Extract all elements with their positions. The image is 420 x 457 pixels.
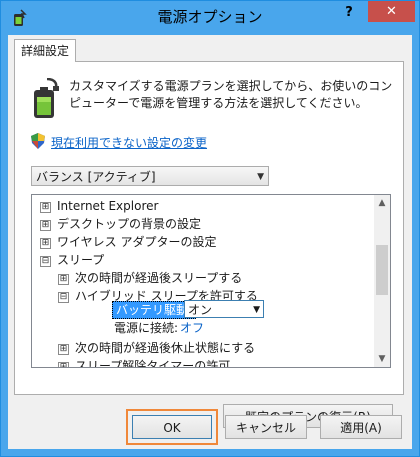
- title-bar[interactable]: 電源オプション ? ✕: [1, 1, 419, 35]
- expand-icon[interactable]: ⊞: [58, 274, 69, 285]
- apply-button[interactable]: 適用(A): [320, 415, 402, 439]
- scroll-up-icon[interactable]: ▲: [374, 195, 390, 211]
- power-plan-value: バランス [アクティブ]: [36, 170, 156, 184]
- tree-item-sleep-after[interactable]: ⊞ 次の時間が経過後スリープする: [58, 269, 242, 287]
- tree-item-label: 次の時間が経過後スリープする: [75, 271, 243, 285]
- scroll-down-icon[interactable]: ▼: [374, 351, 390, 367]
- expand-icon[interactable]: ⊞: [58, 362, 69, 367]
- plugged-in-label: 電源に接続:: [114, 321, 179, 335]
- tree-item-hibernate-after[interactable]: ⊞ 次の時間が経過後休止状態にする: [58, 339, 255, 357]
- tree-item-internet-explorer[interactable]: ⊞ Internet Explorer: [40, 197, 158, 215]
- power-plan-select[interactable]: バランス [アクティブ] ▼: [31, 166, 269, 186]
- expand-icon[interactable]: ⊞: [40, 220, 51, 231]
- chevron-down-icon: ▼: [257, 172, 264, 182]
- expand-icon[interactable]: ⊞: [40, 202, 51, 213]
- tree-item-label: ワイヤレス アダプターの設定: [57, 235, 217, 249]
- battery-power-icon: [34, 78, 59, 118]
- expand-icon[interactable]: ⊞: [58, 344, 69, 355]
- tree-item-label: スリープ: [57, 253, 105, 267]
- ok-button[interactable]: OK: [132, 415, 212, 439]
- scrollbar-thumb[interactable]: [376, 245, 388, 295]
- power-options-window: 電源オプション ? ✕ 詳細設定 カスタマイズする電源プランを選択してから、お使…: [0, 0, 420, 457]
- tree-item-sleep[interactable]: ⊟ スリープ: [40, 251, 104, 269]
- change-unavailable-settings-link[interactable]: 現在利用できない設定の変更: [51, 134, 207, 151]
- collapse-icon[interactable]: ⊟: [40, 256, 51, 267]
- tree-item-label: デスクトップの背景の設定: [57, 217, 202, 231]
- on-battery-value: オン: [188, 303, 213, 317]
- chevron-down-icon: ▼: [253, 305, 260, 315]
- tree-item-wireless-adapter[interactable]: ⊞ ワイヤレス アダプターの設定: [40, 233, 216, 251]
- tree-scrollbar[interactable]: ▲ ▼: [374, 195, 390, 367]
- plugged-in-value[interactable]: オフ: [180, 320, 204, 336]
- intro-description: カスタマイズする電源プランを選択してから、お使いのコンピューターで電源を管理する…: [69, 79, 393, 110]
- settings-tree[interactable]: ⊞ Internet Explorer ⊞ デスクトップの背景の設定 ⊞ ワイヤレス …: [31, 194, 391, 368]
- uac-shield-icon: [31, 133, 45, 149]
- collapse-icon[interactable]: ⊟: [58, 292, 69, 303]
- tree-item-label: 次の時間が経過後休止状態にする: [75, 341, 256, 355]
- cancel-button[interactable]: キャンセル: [225, 415, 307, 439]
- help-button[interactable]: ?: [335, 1, 363, 27]
- dialog-client-area: 詳細設定 カスタマイズする電源プランを選択してから、お使いのコンピューターで電源…: [8, 35, 412, 449]
- tree-item-wake-timers[interactable]: ⊞ スリープ解除タイマーの許可: [58, 357, 231, 368]
- settings-panel: カスタマイズする電源プランを選択してから、お使いのコンピューターで電源を管理する…: [14, 61, 404, 428]
- tab-advanced-settings[interactable]: 詳細設定: [14, 39, 77, 62]
- tree-item-label: Internet Explorer: [57, 199, 159, 213]
- tree-item-label: スリープ解除タイマーの許可: [75, 359, 231, 368]
- on-battery-select[interactable]: オン ▼: [184, 300, 264, 318]
- expand-icon[interactable]: ⊞: [40, 238, 51, 249]
- tree-item-desktop-background[interactable]: ⊞ デスクトップの背景の設定: [40, 215, 201, 233]
- close-button[interactable]: ✕: [368, 1, 415, 22]
